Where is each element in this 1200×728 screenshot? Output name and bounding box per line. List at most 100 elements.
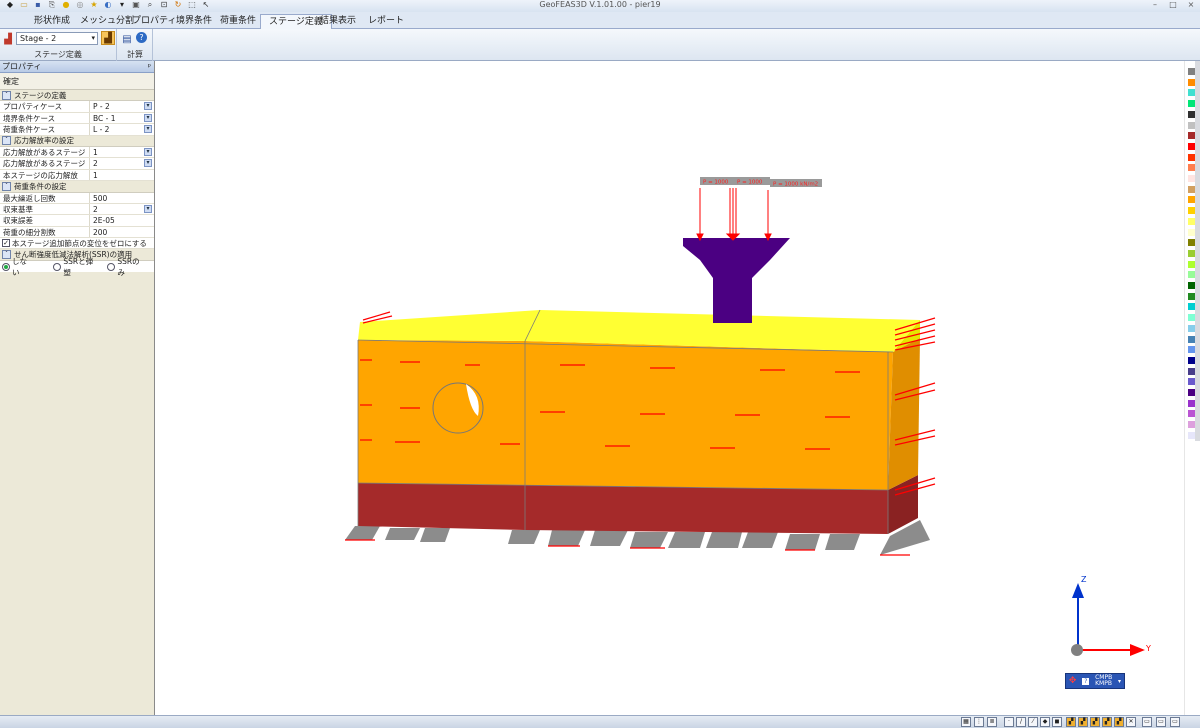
chevron-down-icon[interactable]: ▾ [144,159,152,168]
color-swatch[interactable] [1188,314,1195,322]
help-icon[interactable]: ? [1082,677,1090,685]
stage-select[interactable]: Stage - 2 ▾ [16,32,98,45]
color-swatch[interactable] [1188,399,1195,407]
color-swatch[interactable] [1188,153,1195,161]
chevron-down-icon[interactable]: ▾ [144,113,152,122]
radio-icon[interactable] [53,262,62,271]
minimize-button[interactable]: – [1148,0,1162,10]
row-property-case[interactable]: プロパティケース P - 2 ▾ [0,101,154,113]
radio-icon[interactable] [2,262,10,271]
color-swatch[interactable] [1188,367,1195,375]
row-load-case[interactable]: 荷重条件ケース L - 2 ▾ [0,124,154,136]
chevron-down-icon[interactable]: ▾ [144,147,152,156]
chevron-down-icon[interactable]: ▾ [144,204,152,213]
section-load-conditions[interactable]: ˇ 荷重条件の設定 [0,181,154,193]
list-icon[interactable]: ≣ [987,717,997,727]
confirm-button[interactable]: 確定 [0,73,154,90]
rotate-view-icon[interactable]: ✥ [1069,676,1077,686]
point-icon[interactable]: · [1004,717,1014,727]
snap-center-icon[interactable]: ▞ [1102,717,1112,727]
color-swatch[interactable] [1188,175,1195,182]
ssr-option-ssr-only[interactable]: SSRのみ [107,256,147,278]
window-layout-3-icon[interactable]: ▭ [1170,717,1180,727]
curve-icon[interactable]: ⁄ [1028,717,1038,727]
row-release-stage-1[interactable]: 応力解放があるステージ 1 ▾ [0,146,154,159]
tab-result[interactable]: 結果表示 [312,14,364,29]
chevron-down-icon[interactable]: ▾ [144,102,152,111]
row-max-iterations[interactable]: 最大繰返し回数 500 [0,192,154,204]
color-swatch[interactable] [1188,132,1195,140]
surface-icon[interactable]: ◆ [1040,717,1050,727]
color-swatch[interactable] [1188,239,1195,247]
zero-displacement-checkbox[interactable]: ✓ 本ステージ追加節点の変位をゼロにする [0,238,154,250]
ssr-option-ssr-elastoplastic[interactable]: SSRと弾塑 [53,256,100,278]
collapse-icon[interactable]: ˇ [2,181,11,191]
color-swatch[interactable] [1188,228,1195,236]
line-icon[interactable]: / [1016,717,1026,727]
row-this-stage-release[interactable]: 本ステージの応力解放 1 [0,169,154,182]
scrollbar[interactable] [1195,61,1200,441]
window-layout-2-icon[interactable]: ▭ [1156,717,1166,727]
tab-load[interactable]: 荷重条件 [212,14,264,29]
color-swatch[interactable] [1188,389,1195,396]
color-swatch[interactable] [1188,431,1195,439]
collapse-icon[interactable]: ˇ [2,136,11,146]
snap-edge-icon[interactable]: ▞ [1078,717,1088,727]
window-layout-1-icon[interactable]: ▭ [1142,717,1152,727]
maximize-button[interactable]: □ [1166,0,1180,10]
ssr-option-none[interactable]: しない [2,256,34,278]
section-stage-definition[interactable]: ˇ ステージの定義 [0,90,154,102]
stage-add-icon[interactable]: ▟ [101,31,115,45]
chevron-down-icon[interactable]: ▾ [144,125,152,134]
color-swatch[interactable] [1188,282,1195,289]
pin-icon[interactable]: ᵖ [148,61,151,73]
color-swatch[interactable] [1188,217,1195,225]
row-convergence-criterion[interactable]: 収束基準 2 ▾ [0,203,154,216]
collapse-icon[interactable]: ˇ [2,90,11,100]
color-swatch[interactable] [1188,89,1195,97]
stage-chart-icon[interactable]: ▟ [1,32,15,46]
dots-icon[interactable]: ⋮ [974,717,984,727]
color-swatch[interactable] [1188,356,1195,364]
color-swatch[interactable] [1188,100,1195,108]
color-swatch[interactable] [1188,324,1195,332]
calculate-icon[interactable]: ▤ [120,32,134,46]
close-button[interactable]: × [1184,0,1198,10]
row-boundary-case[interactable]: 境界条件ケース BC - 1 ▾ [0,112,154,125]
color-swatch[interactable] [1188,249,1195,257]
row-release-stage-2[interactable]: 応力解放があるステージ 2 ▾ [0,158,154,170]
grid-icon[interactable]: ▦ [961,717,971,727]
color-swatch[interactable] [1188,292,1195,300]
color-swatch[interactable] [1188,335,1195,343]
tab-report[interactable]: レポート [360,14,412,29]
snap-node-icon[interactable]: ▞ [1066,717,1076,727]
color-swatch[interactable] [1188,271,1195,279]
color-swatch[interactable] [1188,260,1195,268]
color-swatch[interactable] [1188,142,1195,150]
color-swatch[interactable] [1188,378,1195,386]
color-swatch[interactable] [1188,303,1195,311]
section-stress-release[interactable]: ˇ 応力解放率の設定 [0,135,154,147]
checkmark-icon[interactable]: ✓ [2,239,10,248]
color-swatch[interactable] [1188,185,1195,193]
snap-mid-icon[interactable]: ▞ [1114,717,1124,727]
view-navigation-box[interactable]: ✥ ? CMPB KMPB ▾ [1065,673,1125,689]
color-swatch[interactable] [1188,207,1195,215]
chevron-down-icon[interactable]: ▾ [1118,678,1121,685]
radio-icon[interactable] [107,262,116,271]
color-swatch[interactable] [1188,410,1195,418]
row-convergence-error[interactable]: 収束誤差 2E-05 [0,215,154,227]
color-swatch[interactable] [1188,196,1195,204]
color-swatch[interactable] [1188,164,1195,172]
color-swatch[interactable] [1188,121,1195,129]
snap-off-icon[interactable]: ✕ [1126,717,1136,727]
row-load-steps[interactable]: 荷重の細分割数 200 [0,226,154,239]
solid-icon[interactable]: ◼ [1052,717,1062,727]
color-swatch[interactable] [1188,110,1195,118]
help-icon[interactable]: ? [136,32,147,43]
color-swatch[interactable] [1188,78,1195,86]
model-scene[interactable]: P = 1000 P = 1000 P = 1000 kN/m2 Z Y [156,61,1170,715]
snap-face-icon[interactable]: ▞ [1090,717,1100,727]
color-swatch[interactable] [1188,421,1195,429]
tab-shape[interactable]: 形状作成 [26,14,78,29]
